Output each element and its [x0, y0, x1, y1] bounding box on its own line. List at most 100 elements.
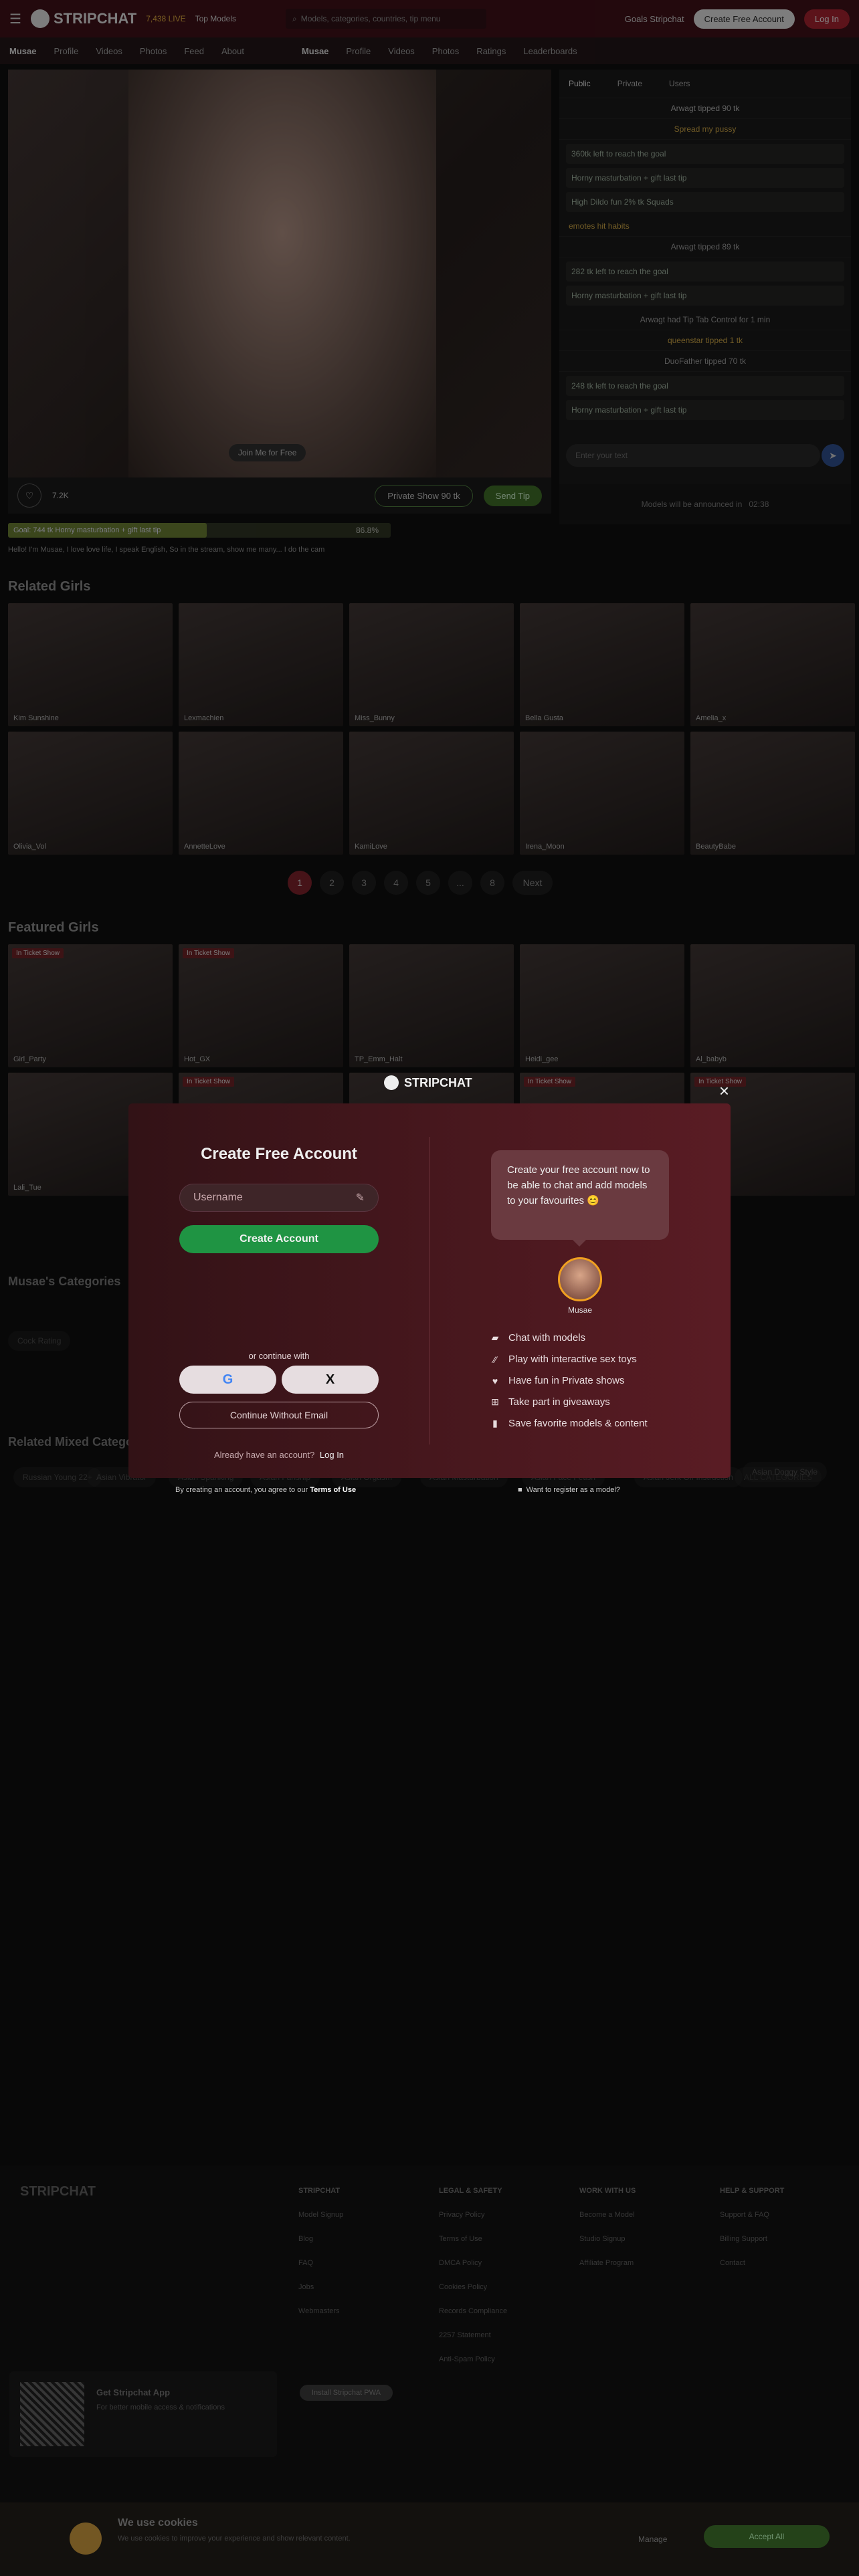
- close-icon[interactable]: ×: [719, 1081, 729, 1101]
- page-button[interactable]: Next: [512, 871, 553, 895]
- nav2-photos[interactable]: Photos: [432, 46, 459, 56]
- manage-cookies-button[interactable]: Manage: [622, 2529, 683, 2549]
- page-button[interactable]: 2: [320, 871, 344, 895]
- page-button[interactable]: 4: [384, 871, 408, 895]
- tab-users[interactable]: Users: [669, 79, 690, 88]
- cookie-banner: We use cookies We use cookies to improve…: [0, 2502, 859, 2576]
- model-card[interactable]: Bella Gusta: [520, 603, 684, 726]
- x-button[interactable]: X: [282, 1366, 379, 1394]
- model-card[interactable]: Amelia_x: [690, 603, 855, 726]
- login-prompt: Already have an account? Log In: [128, 1450, 430, 1460]
- model-card[interactable]: Lexmachien: [179, 603, 343, 726]
- nav2-profile[interactable]: Profile: [346, 46, 371, 56]
- bubble-tail: [573, 1240, 586, 1247]
- feature-text: Chat with models: [508, 1332, 586, 1344]
- footer-link[interactable]: Cookies Policy: [439, 2275, 507, 2299]
- model-card[interactable]: Irena_Moon: [520, 732, 684, 855]
- accept-cookies-button[interactable]: Accept All: [704, 2525, 830, 2548]
- model-card[interactable]: Heidi_gee: [520, 944, 684, 1067]
- model-card[interactable]: AnnetteLove: [179, 732, 343, 855]
- qr-code: [20, 2382, 84, 2446]
- footer-link[interactable]: Billing Support: [720, 2227, 784, 2251]
- model-card[interactable]: Olivia_Vol: [8, 732, 173, 855]
- continue-without-email-button[interactable]: Continue Without Email: [179, 1402, 379, 1428]
- brand-logo[interactable]: STRIPCHAT: [30, 9, 137, 28]
- footer-link[interactable]: DMCA Policy: [439, 2251, 507, 2275]
- featured-title: Featured Girls: [8, 920, 99, 935]
- footer-link[interactable]: Affiliate Program: [579, 2251, 636, 2275]
- model-card[interactable]: Kim Sunshine: [8, 603, 173, 726]
- footer-link[interactable]: Privacy Policy: [439, 2203, 507, 2227]
- terms-link[interactable]: Terms of Use: [310, 1486, 356, 1494]
- footer-link[interactable]: 2257 Statement: [439, 2323, 507, 2347]
- footer-link[interactable]: Jobs: [298, 2275, 343, 2299]
- menu-icon[interactable]: ☰: [9, 11, 21, 27]
- toy-icon: ⁄⁄: [493, 1354, 497, 1365]
- tab-private[interactable]: Private: [617, 79, 642, 88]
- page-button[interactable]: 8: [480, 871, 504, 895]
- nav-photos[interactable]: Photos: [140, 46, 167, 56]
- join-button[interactable]: Join Me for Free: [229, 444, 306, 461]
- video-player[interactable]: Join Me for Free: [8, 70, 551, 477]
- private-show-button[interactable]: Private Show 90 tk: [375, 484, 473, 507]
- nav2-leaderboards[interactable]: Leaderboards: [523, 46, 577, 56]
- create-account-button[interactable]: Create Free Account: [693, 9, 795, 29]
- nav-profile[interactable]: Profile: [54, 46, 78, 56]
- model-card-name: Heidi_gee: [525, 1055, 559, 1063]
- model-card[interactable]: TP_Emm_Halt: [349, 944, 514, 1067]
- install-pwa-button[interactable]: Install Stripchat PWA: [300, 2385, 393, 2401]
- footer-link[interactable]: Model Signup: [298, 2203, 343, 2227]
- brand-text: STRIPCHAT: [53, 10, 137, 27]
- footer-link[interactable]: Studio Signup: [579, 2227, 636, 2251]
- footer-link[interactable]: FAQ: [298, 2251, 343, 2275]
- send-tip-button[interactable]: Send Tip: [483, 485, 542, 506]
- model-name[interactable]: Musae: [9, 46, 36, 56]
- footer-link[interactable]: Blog: [298, 2227, 343, 2251]
- model-card[interactable]: Miss_Bunny: [349, 603, 514, 726]
- send-icon[interactable]: ➤: [822, 444, 844, 467]
- footer-link[interactable]: Webmasters: [298, 2299, 343, 2323]
- heart-icon[interactable]: ♡: [17, 484, 41, 508]
- model-card[interactable]: Al_babyb: [690, 944, 855, 1067]
- app-text: For better mobile access & notifications: [96, 2403, 225, 2411]
- footer-link[interactable]: Anti-Spam Policy: [439, 2347, 507, 2371]
- nav2-videos[interactable]: Videos: [388, 46, 415, 56]
- category-chip[interactable]: Asian Doggy Style: [743, 1462, 828, 1482]
- page-button[interactable]: ...: [448, 871, 472, 895]
- nav-feed[interactable]: Feed: [184, 46, 204, 56]
- goals-link[interactable]: Goals Stripchat: [625, 14, 684, 24]
- top-models-link[interactable]: Top Models: [195, 14, 236, 23]
- modal-login-link[interactable]: Log In: [320, 1450, 344, 1460]
- register-model-text: Want to register as a model?: [526, 1486, 620, 1494]
- username-input[interactable]: Username ✎: [179, 1184, 379, 1212]
- page-button[interactable]: 3: [352, 871, 376, 895]
- google-button[interactable]: G: [179, 1366, 276, 1394]
- search-input[interactable]: ⌕ Models, categories, countries, tip menu: [285, 9, 486, 29]
- footer-link[interactable]: Support & FAQ: [720, 2203, 784, 2227]
- footer-link[interactable]: Become a Model: [579, 2203, 636, 2227]
- register-model[interactable]: ■ Want to register as a model?: [518, 1486, 620, 1494]
- model-card[interactable]: KamiLove: [349, 732, 514, 855]
- model-name-2[interactable]: Musae: [302, 46, 328, 56]
- nav-videos[interactable]: Videos: [96, 46, 122, 56]
- model-card-name: Lexmachien: [184, 714, 224, 722]
- nav2-ratings[interactable]: Ratings: [476, 46, 506, 56]
- create-account-submit[interactable]: Create Account: [179, 1225, 379, 1253]
- page-button[interactable]: 1: [288, 871, 312, 895]
- category-chip[interactable]: Cock Rating: [8, 1331, 71, 1351]
- chat-input[interactable]: Enter your text: [566, 444, 820, 467]
- model-card[interactable]: In Ticket Show Girl_Party: [8, 944, 173, 1067]
- tab-public[interactable]: Public: [569, 79, 591, 88]
- footer-link[interactable]: Contact: [720, 2251, 784, 2275]
- terms-text: By creating an account, you agree to our…: [175, 1486, 356, 1494]
- nav-about[interactable]: About: [221, 46, 244, 56]
- footer-link[interactable]: Records Compliance: [439, 2299, 507, 2323]
- footer-brand: STRIPCHAT: [20, 2184, 96, 2199]
- wand-icon[interactable]: ✎: [356, 1191, 365, 1204]
- footer-heading: LEGAL & SAFETY: [439, 2187, 502, 2195]
- model-card[interactable]: In Ticket Show Hot_GX: [179, 944, 343, 1067]
- page-button[interactable]: 5: [416, 871, 440, 895]
- login-button[interactable]: Log In: [803, 9, 850, 29]
- footer-link[interactable]: Terms of Use: [439, 2227, 507, 2251]
- model-card[interactable]: BeautyBabe: [690, 732, 855, 855]
